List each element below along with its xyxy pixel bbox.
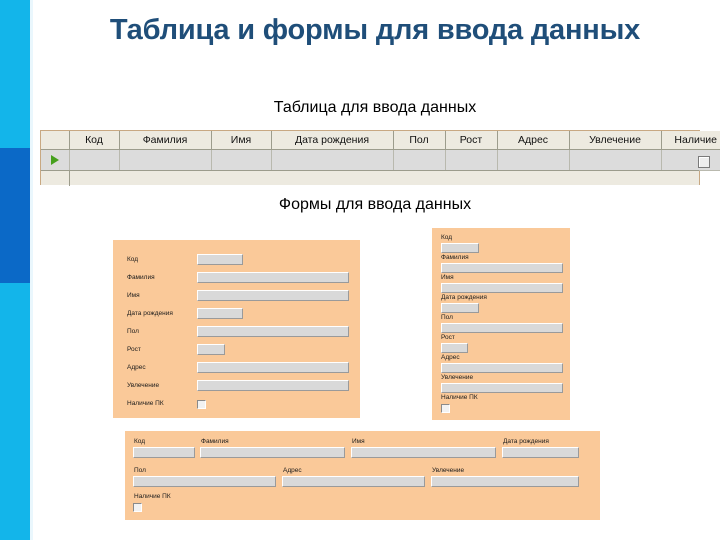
form-field-label: Имя: [127, 292, 140, 299]
form-field-row: Дата рождения: [127, 308, 347, 322]
form-field-input[interactable]: [502, 447, 579, 458]
form-field-input[interactable]: [197, 326, 349, 337]
form-field-row: Пол: [127, 326, 349, 340]
form-field-label: Код: [127, 256, 139, 263]
datasheet-table-container[interactable]: Код Фамилия Имя Дата рождения Пол Рост Адрес Ув…: [40, 130, 720, 186]
form-checkbox-label: Наличие ПК: [441, 394, 478, 401]
datasheet-cell[interactable]: [69, 149, 120, 171]
datasheet-cell[interactable]: [393, 149, 446, 171]
form-field-label: Пол: [134, 467, 146, 474]
form-field-input[interactable]: [197, 344, 225, 355]
datasheet-select-all-corner[interactable]: [41, 131, 70, 150]
form-field-input[interactable]: [133, 447, 195, 458]
form-field-label: Фамилия: [441, 254, 469, 261]
form-field-label: Адрес: [441, 354, 460, 361]
datasheet-column-header[interactable]: Наличие ПК: [661, 131, 720, 150]
left-accent-bar: [0, 0, 30, 540]
datasheet-cell[interactable]: [661, 149, 720, 171]
form-field-input[interactable]: [197, 362, 349, 373]
datasheet-column-header[interactable]: Адрес: [497, 131, 570, 150]
form-field-input[interactable]: [197, 254, 243, 265]
form-field-label: Увлечение: [127, 382, 160, 389]
datasheet-row[interactable]: [41, 149, 720, 171]
form-checkbox-label: Наличие ПК: [127, 400, 164, 407]
left-accent-bar-segment: [0, 148, 30, 283]
form-field-label: Увлечение: [432, 467, 465, 474]
datasheet-header-row: Код Фамилия Имя Дата рождения Пол Рост Адрес Ув…: [41, 131, 720, 150]
form-field-input[interactable]: [441, 323, 563, 333]
form-field-label: Имя: [352, 438, 365, 445]
datasheet-cell[interactable]: [497, 149, 570, 171]
datasheet-cell[interactable]: [445, 149, 498, 171]
form-field-row: Рост: [127, 344, 347, 358]
form-field-input[interactable]: [282, 476, 425, 487]
form-wide-grid[interactable]: Код Фамилия Имя Дата рождения Пол Адрес Увлече…: [125, 431, 600, 520]
new-record-arrow-icon[interactable]: [41, 149, 70, 171]
form-field-label: Рост: [127, 346, 141, 353]
datasheet-cell[interactable]: [211, 149, 272, 171]
form-field-label: Адрес: [283, 467, 302, 474]
form-field-row: Имя: [127, 290, 349, 304]
form-field-label: Имя: [441, 274, 454, 281]
datasheet-column-header[interactable]: Пол: [393, 131, 446, 150]
datasheet-footer: [41, 170, 699, 186]
form-field-input[interactable]: [441, 283, 563, 293]
datasheet-column-header[interactable]: Имя: [211, 131, 272, 150]
form-field-label: Увлечение: [441, 374, 474, 381]
form-labels-above[interactable]: Код Фамилия Имя Дата рождения Пол Рост Адрес Ув…: [432, 228, 570, 420]
form-checkbox[interactable]: [441, 404, 450, 413]
datasheet-footer-divider: [69, 171, 70, 186]
form-checkbox-label: Наличие ПК: [134, 493, 171, 500]
form-field-input[interactable]: [441, 383, 563, 393]
form-checkbox-row: Наличие ПК: [127, 398, 347, 412]
datasheet-cell-checkbox[interactable]: [698, 155, 710, 168]
form-field-label: Пол: [441, 314, 453, 321]
form-field-label: Код: [134, 438, 146, 445]
form-field-label: Адрес: [127, 364, 146, 371]
form-field-label: Фамилия: [201, 438, 229, 445]
form-checkbox[interactable]: [133, 503, 142, 512]
form-field-label: Дата рождения: [441, 294, 487, 301]
form-field-label: Дата рождения: [127, 310, 173, 317]
datasheet-column-header[interactable]: Фамилия: [119, 131, 212, 150]
form-field-input[interactable]: [431, 476, 579, 487]
datasheet-cell[interactable]: [119, 149, 212, 171]
left-accent-bar-edge: [30, 0, 33, 540]
form-field-label: Рост: [441, 334, 455, 341]
form-field-input[interactable]: [351, 447, 496, 458]
page-title: Таблица и формы для ввода данных: [109, 14, 641, 46]
form-field-label: Код: [441, 234, 453, 241]
form-field-row: Адрес: [127, 362, 349, 376]
datasheet-table[interactable]: Код Фамилия Имя Дата рождения Пол Рост Адрес Ув…: [41, 131, 720, 171]
form-field-input[interactable]: [133, 476, 276, 487]
form-field-label: Пол: [127, 328, 139, 335]
form-field-input[interactable]: [197, 308, 243, 319]
subtitle-forms: Формы для ввода данных: [278, 196, 472, 213]
datasheet-body: [41, 149, 720, 171]
form-field-input[interactable]: [441, 343, 468, 353]
datasheet-cell[interactable]: [569, 149, 662, 171]
form-field-label: Фамилия: [127, 274, 155, 281]
form-field-label: Дата рождения: [503, 438, 549, 445]
datasheet-column-header[interactable]: Дата рождения: [271, 131, 394, 150]
form-field-input[interactable]: [441, 263, 563, 273]
datasheet-column-header[interactable]: Увлечение: [569, 131, 662, 150]
form-field-input[interactable]: [197, 380, 349, 391]
datasheet-column-header[interactable]: Рост: [445, 131, 498, 150]
datasheet-cell[interactable]: [271, 149, 394, 171]
form-field-row: Фамилия: [127, 272, 349, 286]
form-checkbox[interactable]: [197, 400, 206, 409]
form-labels-left[interactable]: Код Фамилия Имя Дата рождения Пол Рост Адрес Ув…: [113, 240, 360, 418]
form-field-input[interactable]: [200, 447, 345, 458]
subtitle-table: Таблица для ввода данных: [273, 99, 477, 116]
form-field-row: Увлечение: [127, 380, 349, 394]
form-field-input[interactable]: [441, 243, 479, 253]
datasheet-column-header[interactable]: Код: [69, 131, 120, 150]
form-field-input[interactable]: [441, 303, 479, 313]
new-record-arrow-glyph: [50, 155, 59, 166]
form-field-input[interactable]: [197, 290, 349, 301]
form-field-input[interactable]: [197, 272, 349, 283]
form-field-input[interactable]: [441, 363, 563, 373]
form-field-row: Код: [127, 254, 347, 268]
